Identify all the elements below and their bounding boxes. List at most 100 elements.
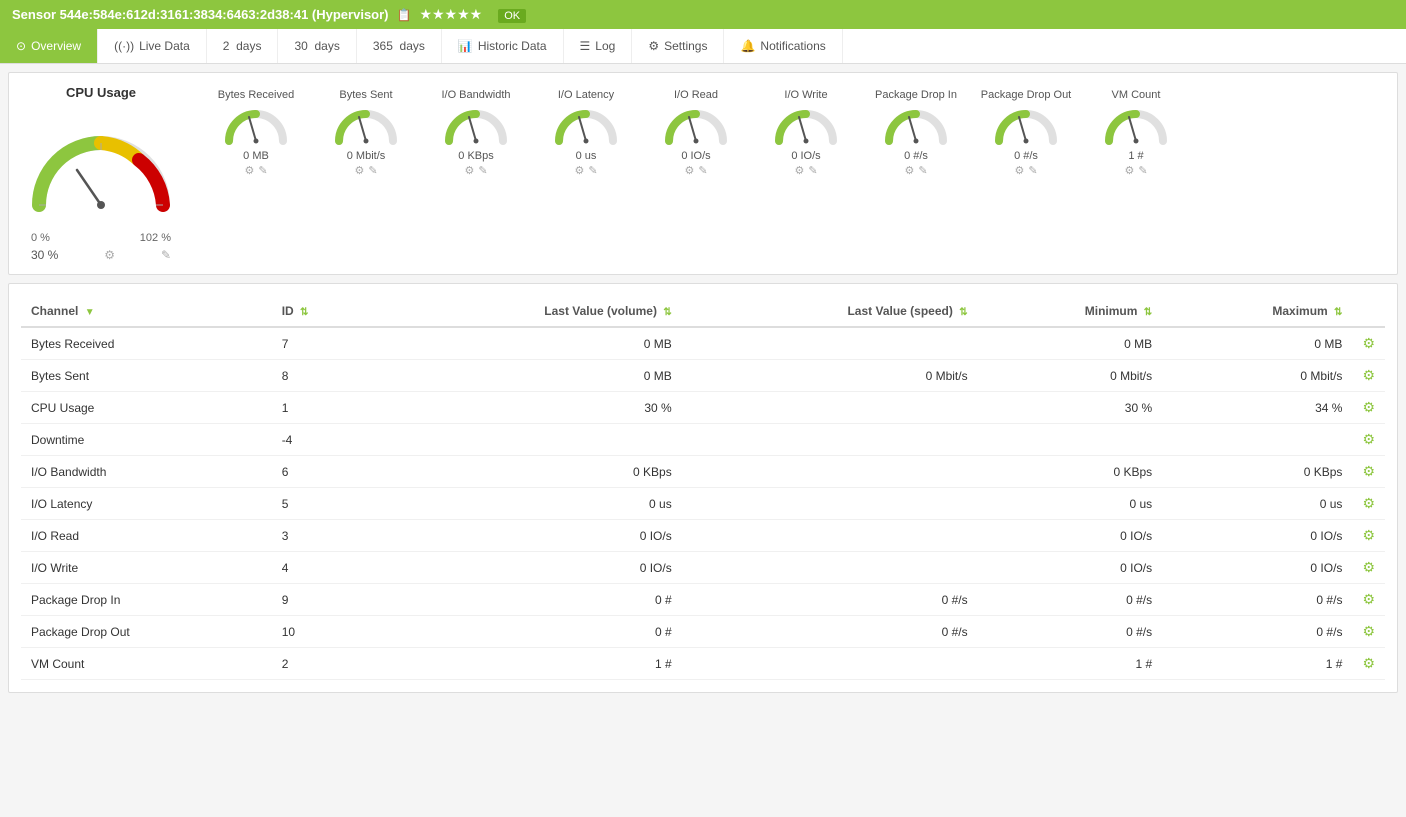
small-gauges-grid: Bytes Received 0 MB ⚙ ✎ Bytes Sent 0 Mbi…: [201, 85, 1385, 181]
table-section: Channel ▼ ID ⇅ Last Value (volume) ⇅ Las…: [8, 283, 1398, 693]
nav-settings[interactable]: ⚙ Settings: [632, 29, 724, 63]
status-badge: OK: [498, 9, 526, 23]
gauge-edit-io-read[interactable]: ✎: [698, 164, 707, 177]
cell-min-1: 0 Mbit/s: [978, 360, 1163, 392]
col-minimum[interactable]: Minimum ⇅: [978, 296, 1163, 327]
cell-channel-5: I/O Latency: [21, 488, 272, 520]
row-gear-icon-5[interactable]: ⚙: [1362, 495, 1375, 511]
cell-actions-2[interactable]: ⚙: [1352, 392, 1385, 424]
cell-channel-6: I/O Read: [21, 520, 272, 552]
row-gear-icon-7[interactable]: ⚙: [1362, 559, 1375, 575]
gauge-settings-package-drop-in[interactable]: ⚙: [904, 164, 914, 177]
gauge-label-vm-count: VM Count: [1089, 89, 1183, 101]
cell-min-2: 30 %: [978, 392, 1163, 424]
cell-speed-6: [682, 520, 978, 552]
cell-min-10: 1 #: [978, 648, 1163, 680]
nav-live-data[interactable]: ((·)) Live Data: [98, 29, 207, 63]
cell-actions-7[interactable]: ⚙: [1352, 552, 1385, 584]
cpu-gauge-min: 0 %: [31, 232, 50, 244]
cell-speed-10: [682, 648, 978, 680]
cell-actions-3[interactable]: ⚙: [1352, 424, 1385, 456]
nav-overview[interactable]: ⊙ Overview: [0, 29, 98, 63]
gauge-value-bytes-sent: 0 Mbit/s: [347, 150, 386, 162]
col-id[interactable]: ID ⇅: [272, 296, 371, 327]
row-gear-icon-3[interactable]: ⚙: [1362, 431, 1375, 447]
nav-30-days-label: 30 days: [294, 39, 339, 53]
gauge-settings-bytes-received[interactable]: ⚙: [244, 164, 254, 177]
cell-max-4: 0 KBps: [1162, 456, 1352, 488]
gauge-package-drop-in: Package Drop In 0 #/s ⚙ ✎: [861, 85, 971, 181]
gauge-edit-vm-count[interactable]: ✎: [1138, 164, 1147, 177]
cell-vol-3: [370, 424, 681, 456]
copy-icon[interactable]: 📋: [397, 8, 412, 22]
cell-id-2: 1: [272, 392, 371, 424]
row-gear-icon-8[interactable]: ⚙: [1362, 591, 1375, 607]
gauge-settings-io-write[interactable]: ⚙: [794, 164, 804, 177]
gauge-edit-io-write[interactable]: ✎: [808, 164, 817, 177]
table-row: I/O Read 3 0 IO/s 0 IO/s 0 IO/s ⚙: [21, 520, 1385, 552]
cpu-edit-icon[interactable]: ✎: [161, 248, 171, 262]
row-gear-icon-1[interactable]: ⚙: [1362, 367, 1375, 383]
gauge-edit-io-bandwidth[interactable]: ✎: [478, 164, 487, 177]
cpu-gauge-max: 102 %: [140, 232, 171, 244]
nav-30-days[interactable]: 30 days: [278, 29, 356, 63]
nav-365-days[interactable]: 365 days: [357, 29, 442, 63]
gauge-vm-count: VM Count 1 # ⚙ ✎: [1081, 85, 1191, 181]
gauge-edit-package-drop-out[interactable]: ✎: [1028, 164, 1037, 177]
cpu-current-value: 30 %: [31, 248, 58, 262]
gauge-edit-bytes-received[interactable]: ✎: [258, 164, 267, 177]
speed-sort-icon: ⇅: [959, 307, 967, 318]
gauge-label-package-drop-out: Package Drop Out: [979, 89, 1073, 101]
cell-max-6: 0 IO/s: [1162, 520, 1352, 552]
nav-2-days-label: 2 days: [223, 39, 262, 53]
col-channel[interactable]: Channel ▼: [21, 296, 272, 327]
id-sort-icon: ⇅: [300, 307, 308, 318]
row-gear-icon-2[interactable]: ⚙: [1362, 399, 1375, 415]
gauge-label-io-bandwidth: I/O Bandwidth: [429, 89, 523, 101]
gauge-settings-bytes-sent[interactable]: ⚙: [354, 164, 364, 177]
cell-actions-9[interactable]: ⚙: [1352, 616, 1385, 648]
gauge-svg-package-drop-in: [881, 103, 951, 148]
notifications-icon: 🔔: [740, 39, 755, 53]
col-last-value-volume[interactable]: Last Value (volume) ⇅: [370, 296, 681, 327]
cell-max-5: 0 us: [1162, 488, 1352, 520]
gauge-value-package-drop-in: 0 #/s: [904, 150, 928, 162]
gauge-io-write: I/O Write 0 IO/s ⚙ ✎: [751, 85, 861, 181]
cell-actions-6[interactable]: ⚙: [1352, 520, 1385, 552]
gauge-settings-io-read[interactable]: ⚙: [684, 164, 694, 177]
gauge-edit-io-latency[interactable]: ✎: [588, 164, 597, 177]
cell-max-3: [1162, 424, 1352, 456]
cpu-settings-icon[interactable]: ⚙: [104, 248, 115, 262]
gauge-svg-package-drop-out: [991, 103, 1061, 148]
gauge-value-io-write: 0 IO/s: [791, 150, 820, 162]
cell-actions-10[interactable]: ⚙: [1352, 648, 1385, 680]
gauge-settings-io-bandwidth[interactable]: ⚙: [464, 164, 474, 177]
gauge-settings-package-drop-out[interactable]: ⚙: [1014, 164, 1024, 177]
gauge-svg-io-bandwidth: [441, 103, 511, 148]
cell-actions-1[interactable]: ⚙: [1352, 360, 1385, 392]
cell-max-7: 0 IO/s: [1162, 552, 1352, 584]
row-gear-icon-4[interactable]: ⚙: [1362, 463, 1375, 479]
col-last-value-speed[interactable]: Last Value (speed) ⇅: [682, 296, 978, 327]
cell-actions-4[interactable]: ⚙: [1352, 456, 1385, 488]
cpu-gauge-range-labels: 0 % 102 %: [31, 232, 171, 244]
cell-actions-0[interactable]: ⚙: [1352, 327, 1385, 360]
gauge-settings-io-latency[interactable]: ⚙: [574, 164, 584, 177]
nav-notifications[interactable]: 🔔 Notifications: [724, 29, 842, 63]
nav-notifications-label: Notifications: [760, 39, 825, 53]
gauge-edit-package-drop-in[interactable]: ✎: [918, 164, 927, 177]
row-gear-icon-0[interactable]: ⚙: [1362, 335, 1375, 351]
cell-id-5: 5: [272, 488, 371, 520]
cell-actions-5[interactable]: ⚙: [1352, 488, 1385, 520]
row-gear-icon-6[interactable]: ⚙: [1362, 527, 1375, 543]
nav-historic-data[interactable]: 📊 Historic Data: [442, 29, 564, 63]
nav-2-days[interactable]: 2 days: [207, 29, 279, 63]
gauge-edit-bytes-sent[interactable]: ✎: [368, 164, 377, 177]
nav-log[interactable]: ☰ Log: [564, 29, 633, 63]
col-maximum[interactable]: Maximum ⇅: [1162, 296, 1352, 327]
row-gear-icon-9[interactable]: ⚙: [1362, 623, 1375, 639]
gauge-settings-vm-count[interactable]: ⚙: [1124, 164, 1134, 177]
cell-actions-8[interactable]: ⚙: [1352, 584, 1385, 616]
gauge-svg-io-write: [771, 103, 841, 148]
row-gear-icon-10[interactable]: ⚙: [1362, 655, 1375, 671]
